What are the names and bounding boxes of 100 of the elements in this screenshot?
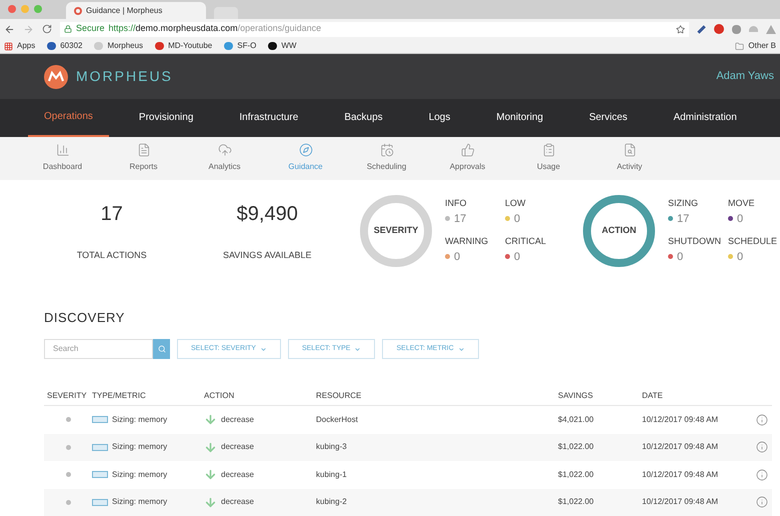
- secure-label: Secure: [76, 22, 105, 36]
- bookmark-item[interactable]: WW: [268, 40, 296, 52]
- resource-cell-text: kubing-1: [316, 468, 348, 481]
- column-header: RESOURCE: [316, 390, 362, 402]
- other-bookmarks[interactable]: Other B: [735, 40, 776, 52]
- bookmark-item[interactable]: Apps: [4, 40, 36, 52]
- donut-label: SEVERITY: [374, 224, 418, 238]
- extension-icon[interactable]: [732, 24, 741, 34]
- bookmark-favicon-icon: [268, 42, 278, 50]
- nav-tab[interactable]: Provisioning: [122, 98, 210, 137]
- bookmark-star-icon[interactable]: [676, 24, 685, 34]
- caret-icon: [260, 346, 267, 352]
- subnav-tab[interactable]: Scheduling: [346, 143, 427, 174]
- back-icon[interactable]: [4, 24, 15, 35]
- resource-cell-text: kubing-2: [316, 496, 348, 508]
- down-arrow-icon: [204, 413, 217, 426]
- forward-icon[interactable]: [23, 24, 34, 35]
- table-row[interactable]: Sizing: memory decrease kubing-3 $1,022.00 10/12/2017 09:48 AM: [44, 434, 772, 461]
- down-arrow-icon: [204, 440, 217, 454]
- bookmark-item[interactable]: 60302: [47, 40, 82, 52]
- info-icon[interactable]: [756, 468, 768, 481]
- stat-value: 17: [100, 202, 123, 228]
- nav-tab[interactable]: Backups: [328, 98, 399, 137]
- subnav-tab[interactable]: Analytics: [184, 143, 265, 174]
- reload-icon[interactable]: [42, 24, 52, 34]
- column-header: ACTION: [204, 390, 236, 402]
- action-cell: decrease: [221, 414, 254, 426]
- tab-favicon-icon: [74, 6, 82, 15]
- subnav-tab[interactable]: Dashboard: [22, 143, 103, 174]
- browser-tab[interactable]: Guidance | Morpheus: [66, 2, 206, 20]
- tab-title: Guidance | Morpheus: [86, 4, 162, 17]
- nav-tab[interactable]: Monitoring: [480, 98, 560, 137]
- savings-cell-text: $1,022.00: [558, 441, 595, 454]
- legend-count: 0: [677, 250, 684, 265]
- search-button[interactable]: [153, 339, 170, 359]
- date-cell-text: 10/12/2017 09:48 AM: [642, 468, 720, 481]
- memory-chip-icon: [92, 498, 108, 506]
- apps-grid-icon: [4, 42, 13, 51]
- section-title: DISCOVERY: [44, 310, 125, 325]
- subnav-tab[interactable]: Reports: [103, 143, 184, 174]
- savings-cell-text: $4,021.00: [558, 414, 595, 426]
- resource-cell-text: kubing-3: [316, 441, 348, 454]
- subnav-icon: [542, 143, 556, 158]
- subnav-tab[interactable]: Approvals: [427, 143, 508, 174]
- morpheus-logo-icon: [44, 64, 68, 89]
- column-header: SAVINGS: [558, 390, 594, 402]
- legend-count: 17: [677, 212, 690, 227]
- info-icon[interactable]: [756, 414, 768, 426]
- bookmark-item[interactable]: SF-O: [224, 40, 256, 52]
- search-field[interactable]: Search: [44, 339, 153, 359]
- column-header: SEVERITY: [46, 390, 88, 402]
- nav-tab[interactable]: Infrastructure: [223, 98, 314, 137]
- action-cell: decrease: [221, 441, 254, 454]
- user-name[interactable]: Adam Yaws: [716, 68, 774, 85]
- bookmark-item[interactable]: MD-Youtube: [155, 40, 212, 52]
- savings-cell-text: $1,022.00: [558, 468, 595, 481]
- legend-label: MOVE: [728, 197, 756, 210]
- date-cell-text: 10/12/2017 09:48 AM: [642, 496, 720, 508]
- caret-icon: [354, 346, 362, 352]
- info-icon[interactable]: [756, 441, 768, 454]
- legend-label: SIZING: [668, 197, 700, 210]
- action-cell: decrease: [221, 468, 254, 481]
- donut-label: ACTION: [602, 224, 636, 238]
- bookmark-item[interactable]: Morpheus: [94, 40, 144, 52]
- column-header: TYPE/METRIC: [92, 390, 147, 402]
- nav-tab[interactable]: Services: [573, 98, 644, 137]
- nav-tab[interactable]: Logs: [412, 98, 466, 137]
- subnav-icon: [460, 143, 474, 158]
- stat-label: SAVINGS AVAILABLE: [222, 249, 312, 262]
- type-cell: Sizing: memory: [112, 441, 168, 454]
- subnav-icon: [298, 143, 312, 158]
- legend-label: SHUTDOWN: [668, 235, 720, 248]
- savings-cell-text: $1,022.00: [558, 496, 595, 508]
- subnav-tab[interactable]: Usage: [508, 143, 589, 174]
- date-cell-text: 10/12/2017 09:48 AM: [642, 441, 720, 454]
- legend-label: SCHEDULE: [728, 235, 778, 248]
- stat-label: TOTAL ACTIONS: [76, 249, 147, 262]
- nav-tab[interactable]: Administration: [657, 98, 753, 137]
- legend-label: INFO: [445, 197, 468, 210]
- table-row[interactable]: Sizing: memory decrease kubing-2 $1,022.00 10/12/2017 09:48 AM: [44, 488, 772, 516]
- bookmark-favicon-icon: [224, 42, 234, 50]
- legend-label: CRITICAL: [505, 235, 548, 248]
- subnav-tab[interactable]: Activity: [589, 143, 670, 174]
- legend-label: LOW: [505, 197, 527, 210]
- memory-chip-icon: [92, 416, 108, 424]
- legend-count: 0: [737, 250, 744, 265]
- down-arrow-icon: [204, 496, 217, 509]
- address-bar[interactable]: Secure https://demo.morpheusdata.com/operations/guidance: [60, 22, 689, 37]
- bookmark-favicon-icon: [155, 42, 164, 50]
- lock-icon: [64, 25, 72, 34]
- type-cell: Sizing: memory: [112, 496, 168, 508]
- legend-label: WARNING: [445, 235, 490, 248]
- column-header: DATE: [642, 390, 664, 402]
- legend-count: 0: [737, 212, 744, 227]
- subnav-icon: [622, 143, 636, 158]
- info-icon[interactable]: [756, 496, 768, 508]
- caret-icon: [458, 346, 465, 352]
- bookmark-favicon-icon: [94, 42, 104, 50]
- type-cell: Sizing: memory: [112, 414, 168, 426]
- logo-text: MORPHEUS: [76, 67, 173, 86]
